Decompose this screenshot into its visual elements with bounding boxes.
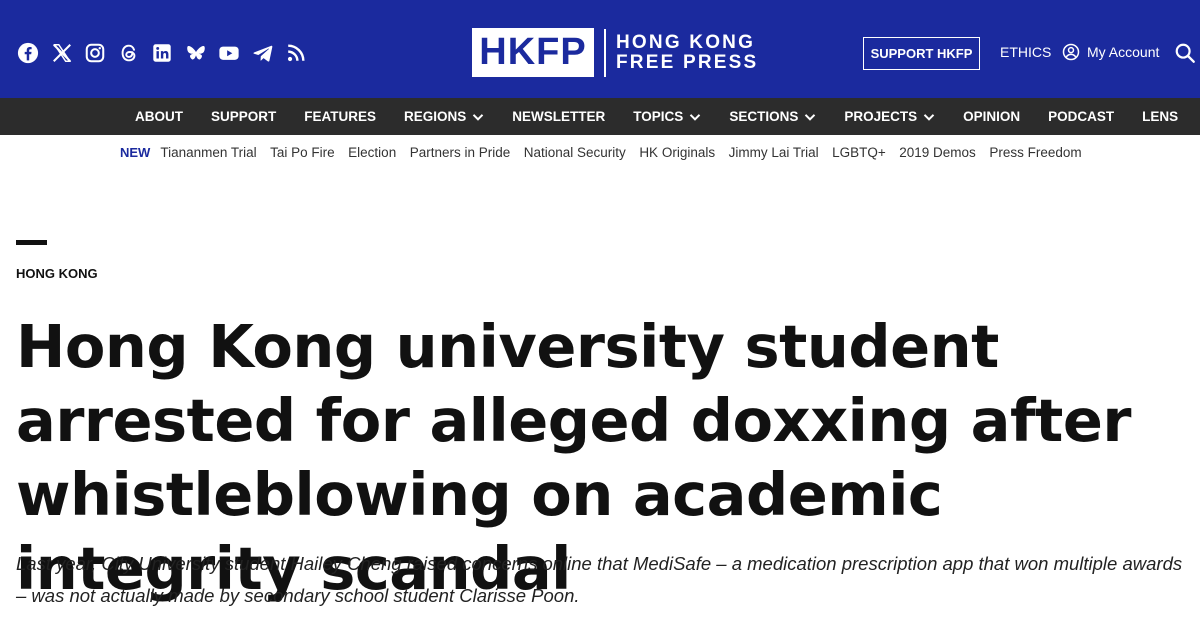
- social-links: [17, 42, 319, 64]
- trending-link[interactable]: 2019 Demos: [899, 145, 976, 160]
- search-icon[interactable]: [1174, 42, 1196, 64]
- trending-topics: NEW Tiananmen Trial Tai Po Fire Election Pa…: [120, 144, 1095, 160]
- my-account-label: My Account: [1087, 44, 1160, 60]
- nav-item-label: REGIONS: [404, 109, 467, 124]
- site-logo[interactable]: HKFP HONG KONG FREE PRESS: [472, 28, 758, 77]
- nav-item-sections[interactable]: SECTIONS: [729, 109, 816, 124]
- main-nav-items: ABOUT SUPPORT FEATURES REGIONS NEWSLETTER TOP…: [135, 98, 1200, 135]
- rss-icon[interactable]: [285, 42, 307, 64]
- trending-link[interactable]: Jimmy Lai Trial: [729, 145, 819, 160]
- nav-item-about[interactable]: ABOUT: [135, 109, 183, 124]
- chevron-down-icon: [472, 111, 484, 123]
- nav-item-topics[interactable]: TOPICS: [633, 109, 701, 124]
- new-label: NEW: [120, 144, 151, 160]
- instagram-icon[interactable]: [84, 42, 106, 64]
- trending-link[interactable]: LGBTQ+: [832, 145, 886, 160]
- chevron-down-icon: [689, 111, 701, 123]
- nav-item-lens[interactable]: LENS: [1142, 109, 1178, 124]
- threads-icon[interactable]: [118, 42, 140, 64]
- nav-item-podcast[interactable]: PODCAST: [1048, 109, 1114, 124]
- x-icon[interactable]: [51, 42, 73, 64]
- trending-link[interactable]: National Security: [524, 145, 626, 160]
- telegram-icon[interactable]: [252, 42, 274, 64]
- user-icon: [1062, 43, 1080, 61]
- youtube-icon[interactable]: [218, 42, 240, 64]
- nav-item-label: PROJECTS: [844, 109, 918, 124]
- facebook-icon[interactable]: [17, 42, 39, 64]
- logo-wordmark: HONG KONG FREE PRESS: [616, 31, 759, 73]
- nav-item-label: SECTIONS: [729, 109, 799, 124]
- trending-link[interactable]: Tiananmen Trial: [160, 145, 256, 160]
- category-rule: [16, 240, 47, 245]
- trending-link[interactable]: Press Freedom: [989, 145, 1081, 160]
- logo-line-2: FREE PRESS: [616, 51, 759, 73]
- site-header: HKFP HONG KONG FREE PRESS SUPPORT HKFP E…: [0, 0, 1200, 98]
- trending-link[interactable]: Tai Po Fire: [270, 145, 335, 160]
- nav-item-projects[interactable]: PROJECTS: [844, 109, 935, 124]
- chevron-down-icon: [804, 111, 816, 123]
- bluesky-icon[interactable]: [185, 42, 207, 64]
- nav-item-label: PODCAST: [1048, 109, 1115, 124]
- nav-item-opinion[interactable]: OPINION: [963, 109, 1020, 124]
- nav-item-newsletter[interactable]: NEWSLETTER: [512, 109, 605, 124]
- nav-item-label: NEWSLETTER: [512, 109, 606, 124]
- nav-item-label: ABOUT: [135, 109, 183, 124]
- nav-item-label: TOPICS: [633, 109, 684, 124]
- nav-item-label: SUPPORT: [211, 109, 277, 124]
- article-dek: Last year, City University student Haile…: [16, 553, 1183, 606]
- nav-item-label: LENS: [1142, 109, 1179, 124]
- nav-item-regions[interactable]: REGIONS: [404, 109, 484, 124]
- nav-item-label: OPINION: [963, 109, 1021, 124]
- logo-divider: [604, 28, 606, 77]
- support-hkfp-button[interactable]: SUPPORT HKFP: [863, 37, 980, 70]
- main-nav: ABOUT SUPPORT FEATURES REGIONS NEWSLETTER TOP…: [0, 98, 1200, 135]
- trending-link[interactable]: Partners in Pride: [410, 145, 511, 160]
- nav-item-features[interactable]: FEATURES: [304, 109, 376, 124]
- chevron-down-icon: [923, 111, 935, 123]
- logo-mark: HKFP: [472, 28, 594, 77]
- nav-item-support[interactable]: SUPPORT: [211, 109, 276, 124]
- linkedin-icon[interactable]: [151, 42, 173, 64]
- nav-item-label: FEATURES: [304, 109, 377, 124]
- ethics-link[interactable]: ETHICS: [1000, 44, 1051, 60]
- my-account-link[interactable]: My Account: [1062, 43, 1159, 61]
- article-category[interactable]: HONG KONG: [16, 266, 98, 281]
- trending-links: Tiananmen Trial Tai Po Fire Election Partne…: [160, 145, 1095, 160]
- trending-link[interactable]: HK Originals: [639, 145, 715, 160]
- trending-link[interactable]: Election: [348, 145, 396, 160]
- logo-line-1: HONG KONG: [616, 31, 756, 53]
